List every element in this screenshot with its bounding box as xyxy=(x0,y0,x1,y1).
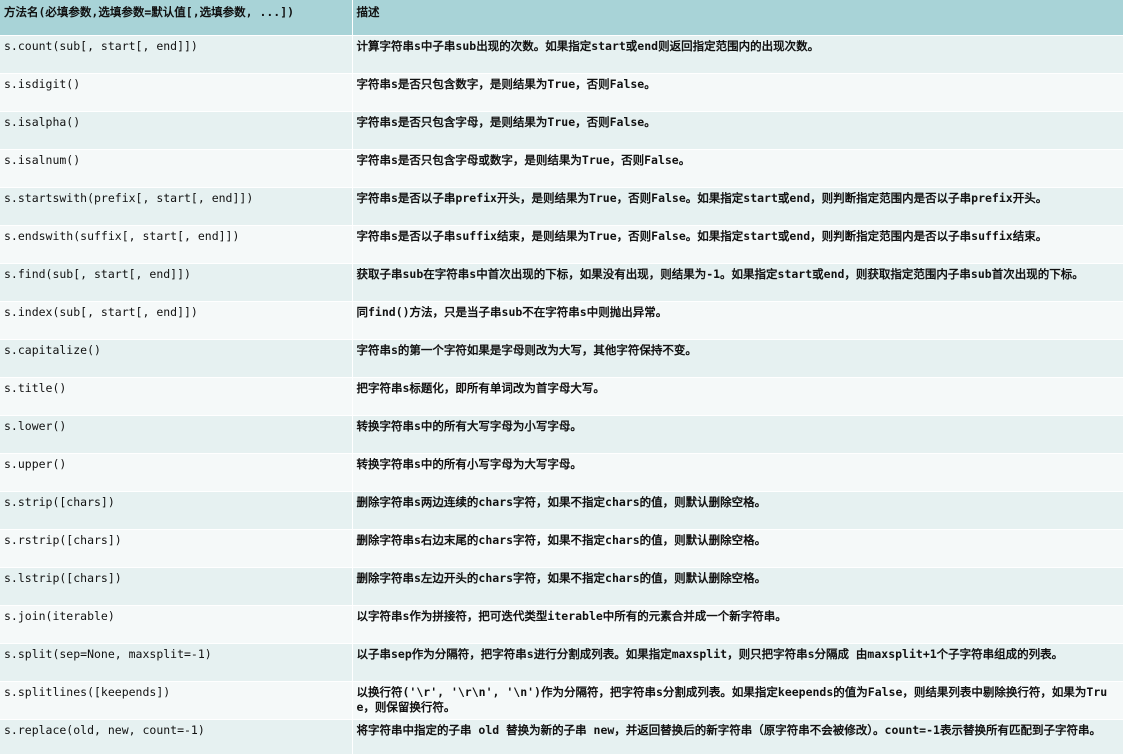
description-cell: 删除字符串s左边开头的chars字符，如果不指定chars的值，则默认删除空格。 xyxy=(352,567,1123,606)
description-cell: 字符串s是否以子串suffix结束，是则结果为True，否则False。如果指定… xyxy=(352,225,1123,264)
description-cell: 字符串s是否只包含数字，是则结果为True，否则False。 xyxy=(352,73,1123,112)
method-cell: s.count(sub[, start[, end]]) xyxy=(0,35,353,74)
description-cell: 以换行符('\r', '\r\n', '\n')作为分隔符，把字符串s分割成列表… xyxy=(352,681,1123,720)
method-cell: s.index(sub[, start[, end]]) xyxy=(0,301,353,340)
method-cell: s.isdigit() xyxy=(0,73,353,112)
description-cell: 字符串s是否以子串prefix开头，是则结果为True，否则False。如果指定… xyxy=(352,187,1123,226)
header-description: 描述 xyxy=(352,0,1123,36)
method-cell: s.lower() xyxy=(0,415,353,454)
method-cell: s.strip([chars]) xyxy=(0,491,353,530)
description-cell: 字符串s是否只包含字母或数字，是则结果为True，否则False。 xyxy=(352,149,1123,188)
method-table: 方法名(必填参数,选填参数=默认值[,选填参数, ...]) 描述 s.coun… xyxy=(0,0,1123,754)
description-cell: 转换字符串s中的所有小写字母为大写字母。 xyxy=(352,453,1123,492)
method-cell: s.startswith(prefix[, start[, end]]) xyxy=(0,187,353,226)
table-row: s.strip([chars]) 删除字符串s两边连续的chars字符，如果不指… xyxy=(0,491,1123,530)
description-cell: 删除字符串s右边末尾的chars字符，如果不指定chars的值，则默认删除空格。 xyxy=(352,529,1123,568)
table-row: s.isdigit() 字符串s是否只包含数字，是则结果为True，否则Fals… xyxy=(0,73,1123,112)
description-cell: 把字符串s标题化，即所有单词改为首字母大写。 xyxy=(352,377,1123,416)
method-cell: s.join(iterable) xyxy=(0,605,353,644)
table-row: s.title() 把字符串s标题化，即所有单词改为首字母大写。 xyxy=(0,377,1123,416)
description-cell: 获取子串sub在字符串s中首次出现的下标，如果没有出现，则结果为-1。如果指定s… xyxy=(352,263,1123,302)
method-cell: s.title() xyxy=(0,377,353,416)
table-row: s.endswith(suffix[, start[, end]]) 字符串s是… xyxy=(0,225,1123,264)
description-cell: 计算字符串s中子串sub出现的次数。如果指定start或end则返回指定范围内的… xyxy=(352,35,1123,74)
table-row: s.upper() 转换字符串s中的所有小写字母为大写字母。 xyxy=(0,453,1123,492)
method-cell: s.replace(old, new, count=-1) xyxy=(0,719,353,754)
description-cell: 将字符串中指定的子串 old 替换为新的子串 new，并返回替换后的新字符串（原… xyxy=(352,719,1123,754)
table-row: s.isalpha() 字符串s是否只包含字母，是则结果为True，否则Fals… xyxy=(0,111,1123,150)
method-cell: s.capitalize() xyxy=(0,339,353,378)
header-method: 方法名(必填参数,选填参数=默认值[,选填参数, ...]) xyxy=(0,0,353,36)
method-cell: s.isalnum() xyxy=(0,149,353,188)
method-cell: s.upper() xyxy=(0,453,353,492)
table-row: s.lower() 转换字符串s中的所有大写字母为小写字母。 xyxy=(0,415,1123,454)
method-cell: s.rstrip([chars]) xyxy=(0,529,353,568)
table-row: s.index(sub[, start[, end]]) 同find()方法，只… xyxy=(0,301,1123,340)
method-cell: s.isalpha() xyxy=(0,111,353,150)
method-cell: s.lstrip([chars]) xyxy=(0,567,353,606)
description-cell: 转换字符串s中的所有大写字母为小写字母。 xyxy=(352,415,1123,454)
description-cell: 字符串s的第一个字符如果是字母则改为大写，其他字符保持不变。 xyxy=(352,339,1123,378)
table-row: s.join(iterable) 以字符串s作为拼接符，把可迭代类型iterab… xyxy=(0,605,1123,644)
description-cell: 同find()方法，只是当子串sub不在字符串s中则抛出异常。 xyxy=(352,301,1123,340)
method-cell: s.endswith(suffix[, start[, end]]) xyxy=(0,225,353,264)
header-row: 方法名(必填参数,选填参数=默认值[,选填参数, ...]) 描述 xyxy=(0,0,1123,36)
description-cell: 以字符串s作为拼接符，把可迭代类型iterable中所有的元素合并成一个新字符串… xyxy=(352,605,1123,644)
table-row: s.lstrip([chars]) 删除字符串s左边开头的chars字符，如果不… xyxy=(0,567,1123,606)
method-cell: s.find(sub[, start[, end]]) xyxy=(0,263,353,302)
table-row: s.find(sub[, start[, end]]) 获取子串sub在字符串s… xyxy=(0,263,1123,302)
method-cell: s.split(sep=None, maxsplit=-1) xyxy=(0,643,353,682)
table-row: s.rstrip([chars]) 删除字符串s右边末尾的chars字符，如果不… xyxy=(0,529,1123,568)
table-row: s.replace(old, new, count=-1) 将字符串中指定的子串… xyxy=(0,719,1123,754)
description-cell: 以子串sep作为分隔符，把字符串s进行分割成列表。如果指定maxsplit，则只… xyxy=(352,643,1123,682)
table-row: s.count(sub[, start[, end]]) 计算字符串s中子串su… xyxy=(0,35,1123,74)
table-row: s.splitlines([keepends]) 以换行符('\r', '\r\… xyxy=(0,681,1123,720)
description-cell: 删除字符串s两边连续的chars字符，如果不指定chars的值，则默认删除空格。 xyxy=(352,491,1123,530)
table-row: s.capitalize() 字符串s的第一个字符如果是字母则改为大写，其他字符… xyxy=(0,339,1123,378)
table-row: s.startswith(prefix[, start[, end]]) 字符串… xyxy=(0,187,1123,226)
method-cell: s.splitlines([keepends]) xyxy=(0,681,353,720)
table-row: s.split(sep=None, maxsplit=-1) 以子串sep作为分… xyxy=(0,643,1123,682)
description-cell: 字符串s是否只包含字母，是则结果为True，否则False。 xyxy=(352,111,1123,150)
table-row: s.isalnum() 字符串s是否只包含字母或数字，是则结果为True，否则F… xyxy=(0,149,1123,188)
